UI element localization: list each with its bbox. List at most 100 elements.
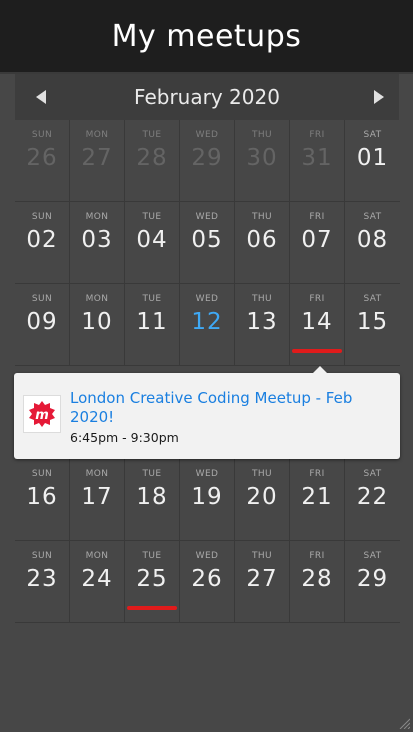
day-cell[interactable]: WED 05 — [180, 202, 235, 284]
day-cell[interactable]: WED 26 — [180, 541, 235, 623]
day-number: 02 — [26, 227, 58, 253]
day-of-week-label: WED — [195, 212, 219, 222]
day-cell[interactable]: MON 17 — [70, 459, 125, 541]
day-number: 26 — [26, 145, 58, 171]
day-of-week-label: TUE — [142, 130, 162, 140]
next-month-button[interactable] — [359, 74, 399, 120]
svg-text:m: m — [35, 408, 49, 423]
day-of-week-label: MON — [85, 294, 109, 304]
event-popup[interactable]: m London Creative Coding Meetup - Feb 20… — [14, 366, 400, 459]
chevron-right-icon — [374, 90, 384, 104]
calendar-grid-bottom: SUN 16 MON 17 TUE 18 WED 19 THU 20 FRI 21 SAT 22 SUN 23… — [15, 459, 400, 623]
day-cell[interactable]: SUN 26 — [15, 120, 70, 202]
day-cell[interactable]: WED 29 — [180, 120, 235, 202]
day-number: 18 — [136, 484, 168, 510]
day-number: 01 — [356, 145, 389, 171]
day-of-week-label: SUN — [31, 294, 53, 304]
day-number: 26 — [191, 566, 223, 592]
day-cell[interactable]: FRI 31 — [290, 120, 345, 202]
day-of-week-label: SAT — [363, 130, 382, 140]
day-of-week-label: SUN — [31, 212, 53, 222]
day-cell[interactable]: MON 03 — [70, 202, 125, 284]
day-number: 13 — [246, 309, 278, 335]
day-number: 25 — [136, 566, 168, 592]
day-number: 08 — [356, 227, 389, 253]
day-cell[interactable]: FRI 28 — [290, 541, 345, 623]
day-number: 27 — [81, 145, 113, 171]
day-cell[interactable]: SAT 08 — [345, 202, 400, 284]
day-of-week-label: THU — [251, 551, 273, 561]
day-cell[interactable]: TUE 18 — [125, 459, 180, 541]
day-of-week-label: FRI — [309, 469, 325, 479]
day-cell[interactable]: SAT 22 — [345, 459, 400, 541]
day-cell[interactable]: THU 06 — [235, 202, 290, 284]
month-label: February 2020 — [134, 85, 280, 109]
day-cell[interactable]: TUE 25 — [125, 541, 180, 623]
day-of-week-label: TUE — [142, 212, 162, 222]
day-cell[interactable]: THU 27 — [235, 541, 290, 623]
day-cell[interactable]: MON 10 — [70, 284, 125, 366]
day-of-week-label: MON — [85, 551, 109, 561]
day-number: 04 — [136, 227, 168, 253]
meetup-logo-icon: m — [23, 395, 61, 433]
calendar-grid-top: SUN 26 MON 27 TUE 28 WED 29 THU 30 FRI 31 SAT 01 SUN 02… — [15, 120, 400, 366]
event-title-link[interactable]: London Creative Coding Meetup - Feb 2020… — [70, 389, 390, 427]
day-number: 28 — [136, 145, 168, 171]
day-number: 09 — [26, 309, 58, 335]
day-number: 10 — [81, 309, 113, 335]
day-of-week-label: SAT — [363, 469, 382, 479]
day-cell[interactable]: WED 19 — [180, 459, 235, 541]
day-number: 28 — [301, 566, 333, 592]
day-cell[interactable]: SUN 02 — [15, 202, 70, 284]
day-of-week-label: FRI — [309, 212, 325, 222]
day-of-week-label: SAT — [363, 551, 382, 561]
day-number: 24 — [81, 566, 113, 592]
day-cell[interactable]: THU 20 — [235, 459, 290, 541]
day-number: 29 — [356, 566, 389, 592]
resize-grip-icon[interactable] — [398, 717, 410, 729]
day-number: 30 — [246, 145, 278, 171]
day-of-week-label: SUN — [31, 551, 53, 561]
event-marker — [127, 606, 177, 610]
day-cell[interactable]: TUE 28 — [125, 120, 180, 202]
day-of-week-label: WED — [195, 294, 219, 304]
event-marker — [292, 349, 342, 353]
day-number: 12 — [191, 309, 223, 335]
day-number: 14 — [301, 309, 333, 335]
day-of-week-label: TUE — [142, 551, 162, 561]
day-cell[interactable]: TUE 04 — [125, 202, 180, 284]
day-cell[interactable]: WED 12 — [180, 284, 235, 366]
day-cell[interactable]: MON 24 — [70, 541, 125, 623]
day-cell[interactable]: FRI 21 — [290, 459, 345, 541]
day-of-week-label: SUN — [31, 469, 53, 479]
day-of-week-label: FRI — [309, 551, 325, 561]
day-number: 16 — [26, 484, 58, 510]
day-cell[interactable]: SAT 01 — [345, 120, 400, 202]
day-cell[interactable]: MON 27 — [70, 120, 125, 202]
day-number: 11 — [136, 309, 168, 335]
day-of-week-label: WED — [195, 469, 219, 479]
day-cell[interactable]: SUN 09 — [15, 284, 70, 366]
day-number: 07 — [301, 227, 333, 253]
day-number: 06 — [246, 227, 278, 253]
day-number: 05 — [191, 227, 223, 253]
day-of-week-label: SUN — [31, 130, 53, 140]
day-cell[interactable]: SAT 29 — [345, 541, 400, 623]
day-of-week-label: THU — [251, 469, 273, 479]
day-cell[interactable]: SAT 15 — [345, 284, 400, 366]
day-number: 22 — [356, 484, 389, 510]
day-cell[interactable]: SUN 16 — [15, 459, 70, 541]
day-cell[interactable]: THU 13 — [235, 284, 290, 366]
day-cell[interactable]: FRI 07 — [290, 202, 345, 284]
day-of-week-label: TUE — [142, 294, 162, 304]
day-cell[interactable]: THU 30 — [235, 120, 290, 202]
event-time: 6:45pm - 9:30pm — [70, 430, 179, 445]
day-cell[interactable]: SUN 23 — [15, 541, 70, 623]
app-title-bar: My meetups — [0, 0, 413, 72]
popup-pointer — [313, 366, 327, 373]
day-of-week-label: WED — [195, 130, 219, 140]
day-number: 20 — [246, 484, 278, 510]
day-cell[interactable]: TUE 11 — [125, 284, 180, 366]
app-title: My meetups — [111, 18, 302, 54]
day-cell[interactable]: FRI 14 — [290, 284, 345, 366]
